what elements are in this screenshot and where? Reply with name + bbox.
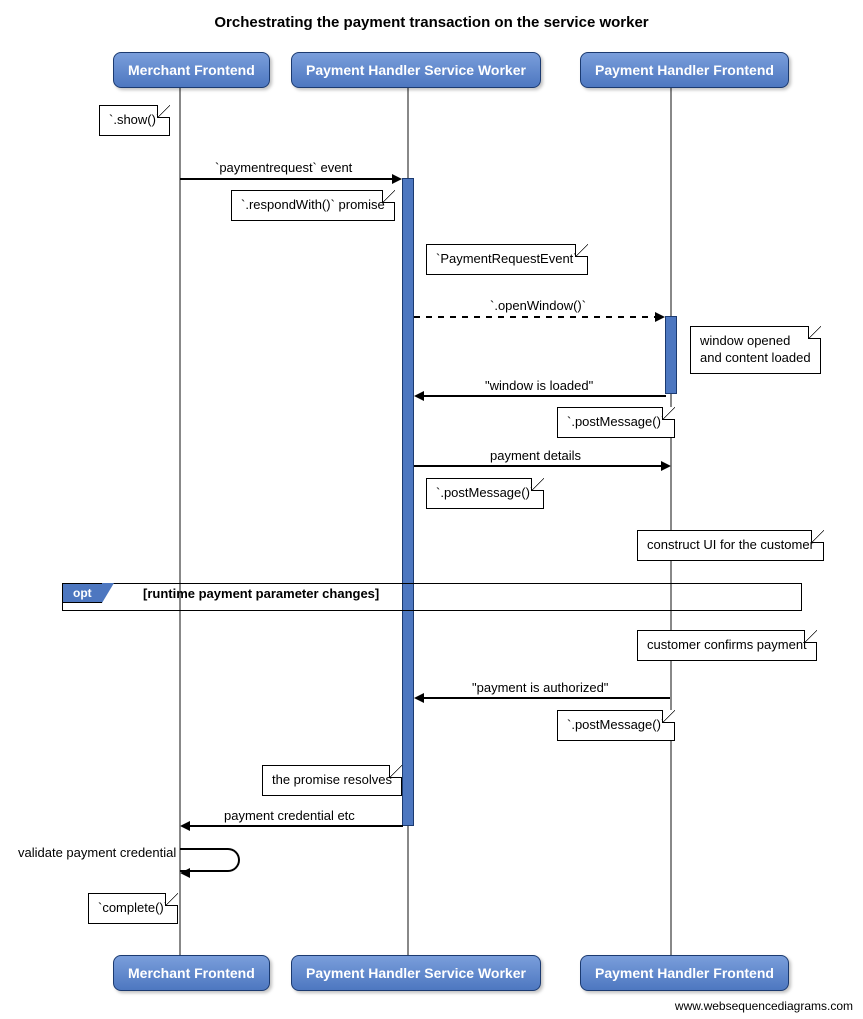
note-windowopened: window opened and content loaded <box>690 326 821 374</box>
watermark: www.websequencediagrams.com <box>675 999 853 1013</box>
arrowhead-validate <box>180 868 190 878</box>
arrowhead-paymentcredential <box>180 821 190 831</box>
msg-validate: validate payment credential <box>18 845 176 860</box>
lifeline-frontend <box>670 88 672 958</box>
arrowhead-paymentauthorized <box>414 693 424 703</box>
msg-openwindow: `.openWindow()` <box>490 298 586 313</box>
note-postmessage2: `.postMessage()` <box>426 478 544 509</box>
actor-frontend-bottom: Payment Handler Frontend <box>580 955 789 991</box>
arrow-windowloaded <box>423 395 666 397</box>
note-complete: `complete()` <box>88 893 178 924</box>
sequence-diagram: Orchestrating the payment transaction on… <box>0 0 863 1019</box>
actor-merchant-top: Merchant Frontend <box>113 52 270 88</box>
arrow-paymentauthorized <box>423 697 670 699</box>
note-promiseresolves: the promise resolves <box>262 765 402 796</box>
note-show: `.show()` <box>99 105 170 136</box>
opt-condition: [runtime payment parameter changes] <box>143 586 379 601</box>
note-constructui: construct UI for the customer <box>637 530 824 561</box>
activation-worker <box>402 178 414 826</box>
arrow-paymentcredential <box>189 825 403 827</box>
actor-worker-bottom: Payment Handler Service Worker <box>291 955 541 991</box>
note-postmessage3: `.postMessage()` <box>557 710 675 741</box>
diagram-title: Orchestrating the payment transaction on… <box>0 14 863 31</box>
arrowhead-openwindow <box>655 312 665 322</box>
arrow-openwindow <box>414 316 657 318</box>
msg-paymentcredential: payment credential etc <box>224 808 355 823</box>
msg-paymentdetails: payment details <box>490 448 581 463</box>
actor-worker-top: Payment Handler Service Worker <box>291 52 541 88</box>
arrowhead-windowloaded <box>414 391 424 401</box>
msg-windowloaded: "window is loaded" <box>485 378 593 393</box>
actor-frontend-top: Payment Handler Frontend <box>580 52 789 88</box>
opt-tag: opt <box>62 583 102 603</box>
msg-paymentrequest: `paymentrequest` event <box>215 160 352 175</box>
arrow-paymentrequest <box>180 178 394 180</box>
actor-merchant-bottom: Merchant Frontend <box>113 955 270 991</box>
note-paymentrequestevent: `PaymentRequestEvent` <box>426 244 588 275</box>
opt-frame: opt [runtime payment parameter changes] <box>62 583 802 611</box>
note-respondwith: `.respondWith()` promise <box>231 190 395 221</box>
msg-paymentauthorized: "payment is authorized" <box>472 680 608 695</box>
note-confirms: customer confirms payment <box>637 630 817 661</box>
arrowhead-paymentdetails <box>661 461 671 471</box>
note-postmessage1: `.postMessage()` <box>557 407 675 438</box>
arrowhead-paymentrequest <box>392 174 402 184</box>
arrow-paymentdetails <box>414 465 663 467</box>
activation-frontend <box>665 316 677 394</box>
